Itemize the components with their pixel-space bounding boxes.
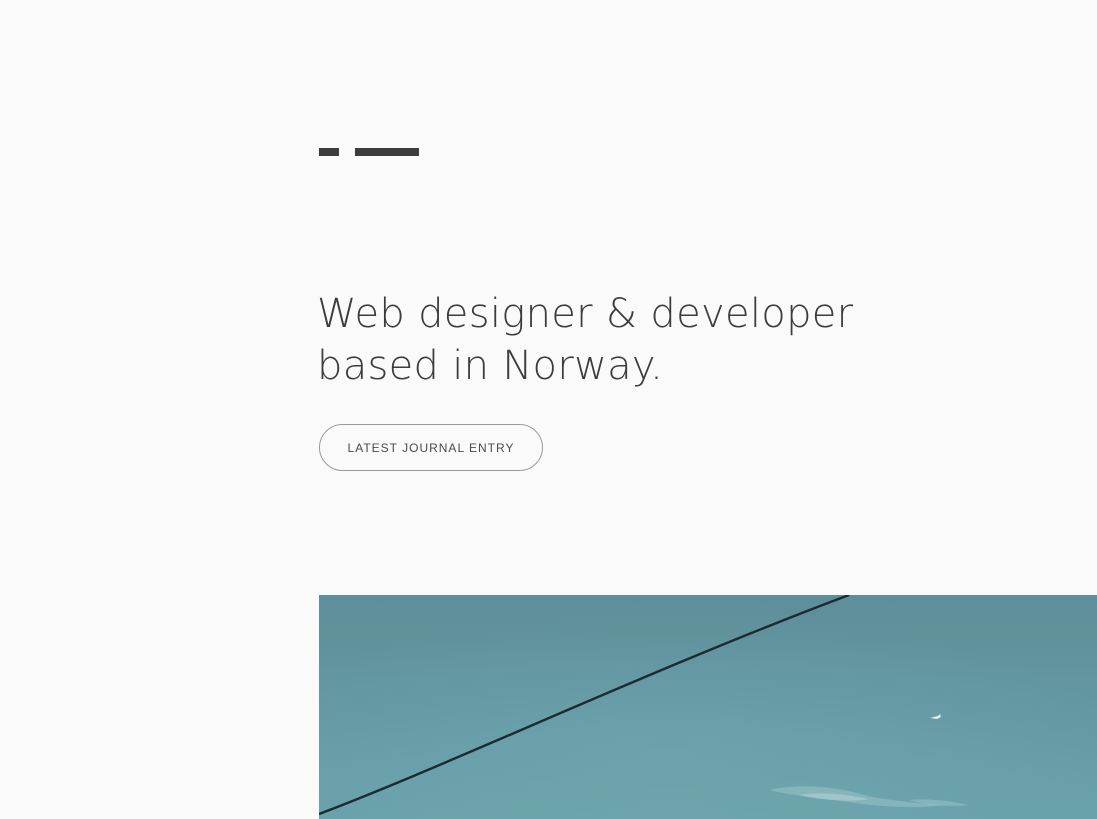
hero-headline: Web designer & developer based in Norway… xyxy=(317,288,957,392)
site-logo[interactable] xyxy=(319,148,420,156)
logo-bar-short-icon xyxy=(319,148,339,156)
sky-with-power-line-photo xyxy=(319,595,1097,819)
latest-journal-entry-button[interactable]: LATEST JOURNAL ENTRY xyxy=(319,424,543,471)
logo-bar-long-icon xyxy=(355,148,419,156)
hero-headline-line-2: based in Norway. xyxy=(317,343,664,389)
hero-headline-line-1: Web designer & developer xyxy=(317,291,854,337)
hero-photo xyxy=(319,595,1097,819)
